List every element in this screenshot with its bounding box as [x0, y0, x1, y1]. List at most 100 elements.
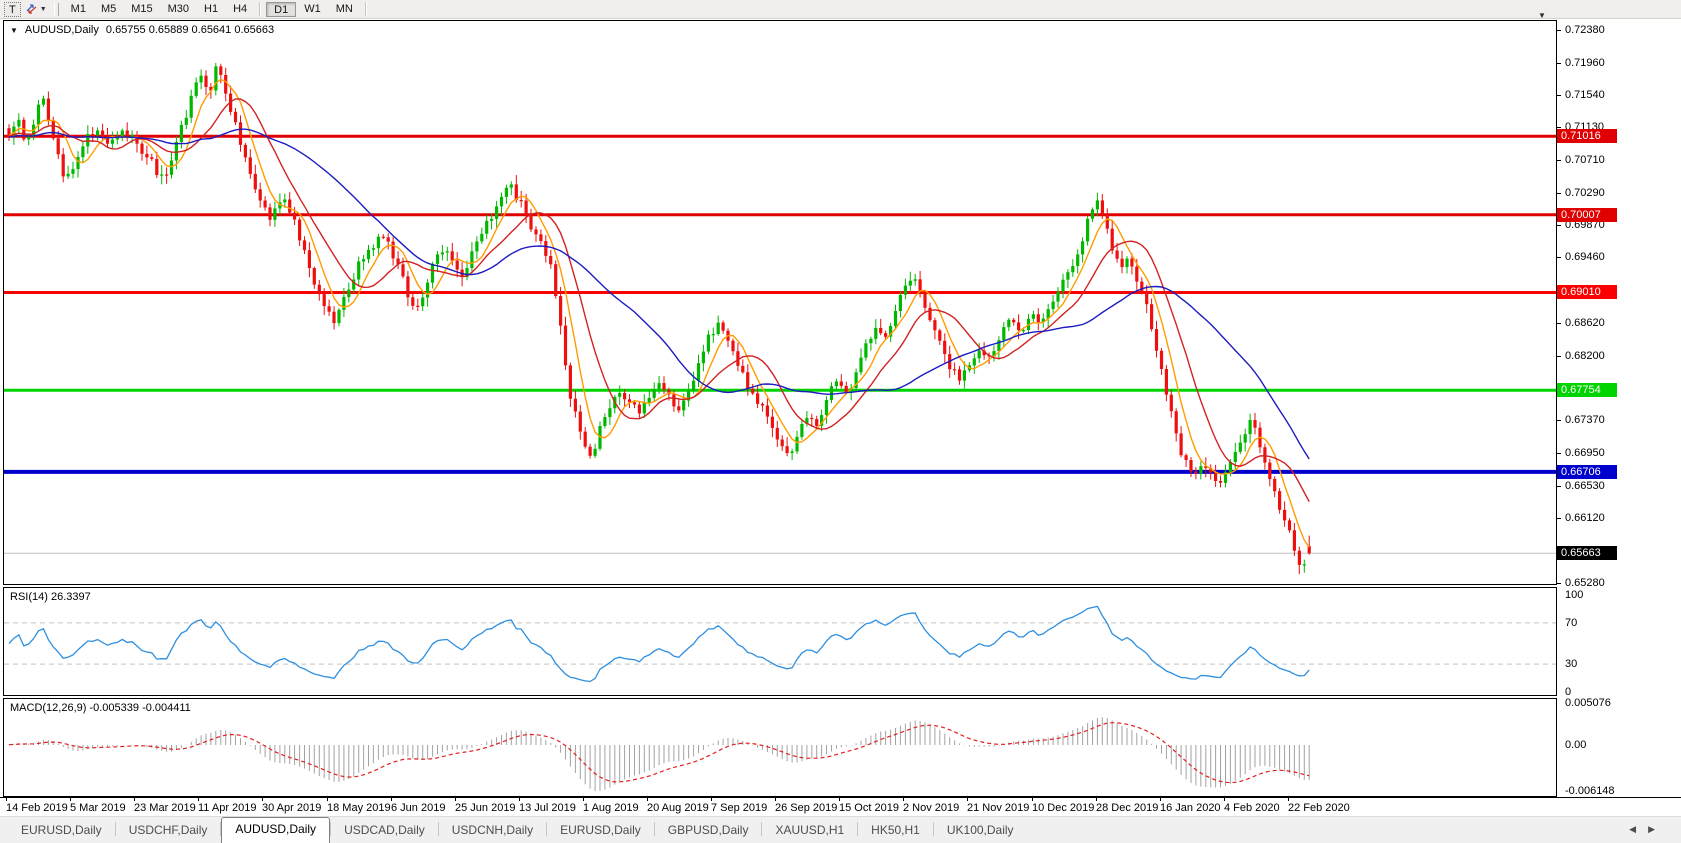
chart-tab-xauusd-h1[interactable]: XAUUSD,H1 — [762, 819, 857, 843]
price-tick-label: 0.72380 — [1565, 24, 1605, 37]
time-tick-label: 4 Feb 2020 — [1224, 802, 1280, 814]
price-tick-label: 0.70290 — [1565, 187, 1605, 200]
time-tick-mark — [647, 798, 648, 801]
rsi-scale-label: 100 — [1565, 589, 1583, 602]
timeframe-button-m1[interactable]: M1 — [64, 2, 93, 17]
timeframe-button-w1[interactable]: W1 — [297, 2, 328, 17]
rsi-label: RSI(14) 26.3397 — [10, 591, 91, 603]
time-tick-label: 10 Dec 2019 — [1032, 802, 1094, 814]
level-price-label: 0.69010 — [1557, 285, 1617, 299]
timeframe-button-mn[interactable]: MN — [329, 2, 360, 17]
text-tool-button[interactable]: T — [4, 2, 21, 17]
price-tick-mark — [1557, 30, 1561, 31]
tab-scroll-right-icon[interactable]: ▶ — [1648, 824, 1655, 835]
time-tick-label: 26 Sep 2019 — [775, 802, 837, 814]
symbols-arrange-button[interactable]: ▼ — [25, 3, 47, 15]
level-price-label: 0.70007 — [1557, 208, 1617, 222]
price-scale[interactable]: 0.723800.719600.715400.711300.707100.702… — [1557, 20, 1681, 797]
timeframe-button-d1[interactable]: D1 — [266, 2, 296, 17]
tab-scroll-arrows: ◀ ▶ — [1629, 824, 1655, 835]
main-chart-pane[interactable]: ▼ AUDUSD,Daily 0.65755 0.65889 0.65641 0… — [3, 20, 1557, 585]
chart-tab-uk100-daily[interactable]: UK100,Daily — [934, 819, 1027, 843]
price-tick-mark — [1557, 193, 1561, 194]
chart-collapse-icon[interactable]: ▼ — [10, 26, 18, 35]
rsi-pane[interactable]: RSI(14) 26.3397 — [3, 587, 1557, 696]
price-tick-mark — [1557, 225, 1561, 226]
time-tick-mark — [70, 798, 71, 801]
price-tick-mark — [1557, 63, 1561, 64]
time-tick-mark — [6, 798, 7, 801]
toolbar-grip[interactable] — [54, 3, 59, 16]
time-tick-label: 22 Feb 2020 — [1288, 802, 1350, 814]
chart-scroll-arrow-icon[interactable]: ▼ — [1538, 11, 1546, 20]
time-tick-mark — [711, 798, 712, 801]
chart-tab-gbpusd-daily[interactable]: GBPUSD,Daily — [655, 819, 762, 843]
timeframe-group: M1M5M15M30H1H4 D1W1MN — [64, 2, 371, 17]
time-tick-label: 20 Aug 2019 — [647, 802, 709, 814]
time-tick-mark — [1288, 798, 1289, 801]
price-tick-mark — [1557, 518, 1561, 519]
price-tick-label: 0.66530 — [1565, 480, 1605, 493]
tab-scroll-left-icon[interactable]: ◀ — [1629, 824, 1636, 835]
swap-arrows-icon — [25, 3, 38, 15]
price-tick-mark — [1557, 95, 1561, 96]
time-tick-label: 2 Nov 2019 — [903, 802, 959, 814]
time-tick-mark — [519, 798, 520, 801]
chart-header: ▼ AUDUSD,Daily 0.65755 0.65889 0.65641 0… — [10, 24, 274, 36]
chart-tab-bar: EURUSD,DailyUSDCHF,DailyAUDUSD,DailyUSDC… — [0, 816, 1681, 843]
chart-tab-usdcnh-daily[interactable]: USDCNH,Daily — [439, 819, 546, 843]
macd-pane[interactable]: MACD(12,26,9) -0.005339 -0.004411 — [3, 698, 1557, 797]
price-tick-mark — [1557, 323, 1561, 324]
time-tick-label: 6 Jun 2019 — [391, 802, 445, 814]
toolbar-separator — [259, 2, 261, 16]
timeframe-button-m15[interactable]: M15 — [124, 2, 159, 17]
price-tick-mark — [1557, 486, 1561, 487]
time-tick-mark — [327, 798, 328, 801]
time-tick-label: 7 Sep 2019 — [711, 802, 767, 814]
price-tick-label: 0.68620 — [1565, 317, 1605, 330]
price-tick-label: 0.68200 — [1565, 350, 1605, 363]
chart-tab-eurusd-daily[interactable]: EURUSD,Daily — [547, 819, 654, 843]
chart-tab-eurusd-daily[interactable]: EURUSD,Daily — [8, 819, 115, 843]
timeframe-button-m30[interactable]: M30 — [161, 2, 196, 17]
price-tick-mark — [1557, 257, 1561, 258]
timeframe-button-m5[interactable]: M5 — [94, 2, 123, 17]
price-tick-mark — [1557, 127, 1561, 128]
time-tick-label: 15 Oct 2019 — [839, 802, 899, 814]
time-tick-mark — [1096, 798, 1097, 801]
time-tick-mark — [839, 798, 840, 801]
time-tick-mark — [1224, 798, 1225, 801]
time-tick-mark — [903, 798, 904, 801]
time-tick-label: 14 Feb 2019 — [6, 802, 68, 814]
macd-scale-label: 0.005076 — [1565, 697, 1611, 710]
chart-tab-hk50-h1[interactable]: HK50,H1 — [858, 819, 933, 843]
time-tick-mark — [262, 798, 263, 801]
time-tick-mark — [775, 798, 776, 801]
time-tick-mark — [1160, 798, 1161, 801]
chart-tab-audusd-daily[interactable]: AUDUSD,Daily — [221, 817, 330, 843]
chart-ohlc-values: 0.65755 0.65889 0.65641 0.65663 — [106, 24, 274, 36]
price-tick-mark — [1557, 453, 1561, 454]
time-tick-label: 21 Nov 2019 — [967, 802, 1029, 814]
price-tick-label: 0.71960 — [1565, 57, 1605, 70]
price-tick-mark — [1557, 420, 1561, 421]
time-scale[interactable]: 14 Feb 20195 Mar 201923 Mar 201911 Apr 2… — [0, 797, 1681, 816]
time-tick-label: 1 Aug 2019 — [583, 802, 639, 814]
macd-scale-label: 0.00 — [1565, 739, 1586, 752]
time-tick-label: 5 Mar 2019 — [70, 802, 126, 814]
time-tick-mark — [391, 798, 392, 801]
price-tick-label: 0.67370 — [1565, 414, 1605, 427]
timeframe-button-h4[interactable]: H4 — [226, 2, 254, 17]
rsi-chart-surface[interactable] — [4, 588, 1556, 695]
macd-chart-surface[interactable] — [4, 699, 1556, 796]
time-tick-mark — [455, 798, 456, 801]
time-tick-label: 11 Apr 2019 — [198, 802, 257, 814]
chart-tab-usdcad-daily[interactable]: USDCAD,Daily — [331, 819, 438, 843]
time-tick-label: 28 Dec 2019 — [1096, 802, 1158, 814]
timeframe-button-h1[interactable]: H1 — [197, 2, 225, 17]
chart-tab-usdchf-daily[interactable]: USDCHF,Daily — [116, 819, 221, 843]
time-tick-label: 13 Jul 2019 — [519, 802, 576, 814]
level-price-label: 0.71016 — [1557, 129, 1617, 143]
time-tick-mark — [583, 798, 584, 801]
candlestick-chart-surface[interactable] — [4, 21, 1556, 584]
